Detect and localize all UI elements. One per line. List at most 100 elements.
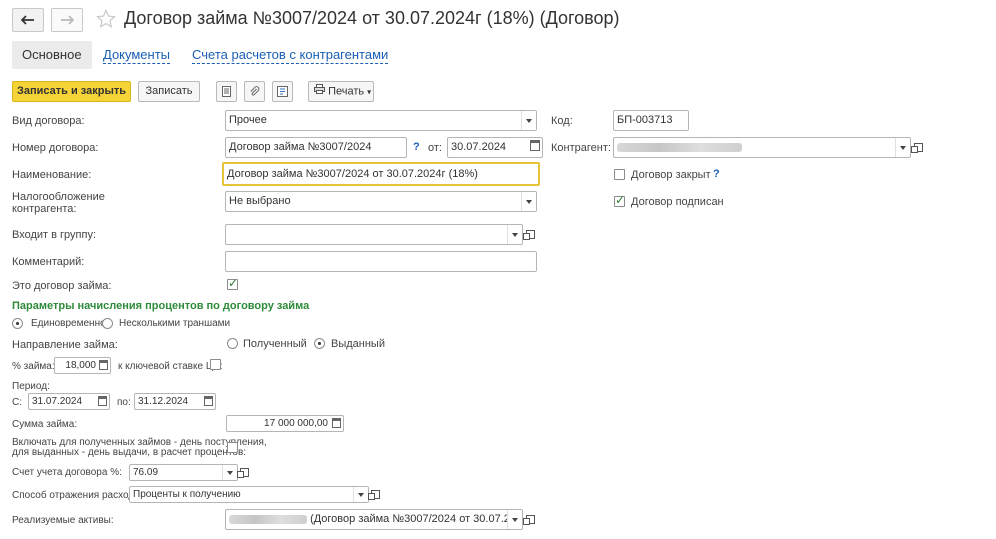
open-counterparty-icon[interactable] xyxy=(910,140,925,154)
open-assets-icon[interactable] xyxy=(522,512,537,526)
number-label: Номер договора: xyxy=(12,142,99,154)
from-label: С: xyxy=(12,397,22,408)
received-radio[interactable] xyxy=(227,338,238,349)
sum-label: Сумма займа: xyxy=(12,419,78,430)
issued-label: Выданный xyxy=(331,338,385,350)
is-loan-label: Это договор займа: xyxy=(12,280,112,292)
calendar-icon[interactable] xyxy=(530,140,540,151)
dropdown-arrow-icon[interactable] xyxy=(507,225,522,244)
open-expense-icon[interactable] xyxy=(367,487,382,501)
percent-label: % займа: xyxy=(12,361,55,372)
name-label: Наименование: xyxy=(12,169,92,181)
printer-icon xyxy=(314,82,325,101)
period-from-input[interactable]: 31.07.2024 xyxy=(28,393,110,410)
once-radio[interactable] xyxy=(12,318,23,329)
open-group-icon[interactable] xyxy=(522,227,537,241)
code-label: Код: xyxy=(551,115,573,127)
name-input[interactable]: Договор займа №3007/2024 от 30.07.2024г … xyxy=(222,162,540,186)
expense-label: Способ отражения расходов: xyxy=(12,490,148,501)
redacted-counterparty xyxy=(617,142,742,152)
contract-type-select[interactable]: Прочее xyxy=(225,110,537,131)
date-from-label: от: xyxy=(428,142,442,154)
save-and-close-button[interactable]: Записать и закрыть xyxy=(12,81,131,102)
period-from-value: 31.07.2024 xyxy=(32,396,83,407)
arrow-left-icon xyxy=(21,15,34,25)
page-title: Договор займа №3007/2024 от 30.07.2024г … xyxy=(124,8,620,28)
save-button[interactable]: Записать xyxy=(138,81,200,102)
number-help-icon[interactable]: ? xyxy=(413,141,420,153)
contract-signed-label: Договор подписан xyxy=(631,196,724,208)
taxation-label: Налогообложение контрагента: xyxy=(12,191,105,215)
dropdown-arrow-icon[interactable] xyxy=(353,487,368,502)
assets-select[interactable]: (Договор займа №3007/2024 от 30.07.2 xyxy=(225,509,523,530)
structure-button[interactable] xyxy=(272,81,293,102)
key-rate-label: к ключевой ставке ЦБ: xyxy=(118,361,223,372)
group-label: Входит в группу: xyxy=(12,229,96,241)
calculator-icon[interactable] xyxy=(332,418,341,428)
structure-icon xyxy=(277,86,288,97)
dropdown-arrow-icon[interactable] xyxy=(521,192,536,211)
calendar-icon[interactable] xyxy=(204,396,213,406)
account-select[interactable]: 76.09 xyxy=(129,464,238,481)
tab-documents[interactable]: Документы xyxy=(103,47,171,64)
list-icon xyxy=(222,86,231,97)
dropdown-arrow-icon[interactable] xyxy=(521,111,536,130)
tranches-radio[interactable] xyxy=(102,318,113,329)
account-label: Счет учета договора %: xyxy=(12,467,122,478)
dropdown-arrow-icon[interactable] xyxy=(507,510,522,529)
open-account-icon[interactable] xyxy=(236,465,251,479)
contract-signed-checkbox[interactable] xyxy=(614,193,625,207)
contract-type-value: Прочее xyxy=(229,114,267,126)
counterparty-label: Контрагент: xyxy=(551,142,611,154)
direction-label: Направление займа: xyxy=(12,339,118,351)
assets-value: (Договор займа №3007/2024 от 30.07.2 xyxy=(310,513,510,525)
forward-button[interactable] xyxy=(51,8,83,32)
contract-type-label: Вид договора: xyxy=(12,115,85,127)
tab-main[interactable]: Основное xyxy=(12,41,92,69)
dropdown-arrow-icon[interactable] xyxy=(895,138,910,157)
contract-closed-label: Договор закрыт xyxy=(631,169,711,181)
include-label-line2: для выданных - день выдачи, в расчет про… xyxy=(12,447,247,458)
account-value: 76.09 xyxy=(133,467,159,478)
expense-value: Проценты к получению xyxy=(133,489,241,500)
period-to-input[interactable]: 31.12.2024 xyxy=(134,393,216,410)
print-label: Печать xyxy=(328,85,365,98)
comment-label: Комментарий: xyxy=(12,256,85,268)
percent-input[interactable]: 18,000 xyxy=(54,357,111,374)
tab-settlement-accounts[interactable]: Счета расчетов с контрагентами xyxy=(192,47,389,64)
arrow-right-icon xyxy=(61,15,74,25)
attach-button[interactable] xyxy=(244,81,265,102)
key-rate-checkbox[interactable] xyxy=(210,359,221,370)
contract-closed-checkbox[interactable] xyxy=(614,169,625,180)
paperclip-icon xyxy=(250,86,260,96)
calendar-icon[interactable] xyxy=(98,396,107,406)
expense-select[interactable]: Проценты к получению xyxy=(129,486,369,503)
sum-input[interactable]: 17 000 000,00 xyxy=(226,415,344,432)
counterparty-select[interactable] xyxy=(613,137,911,158)
percent-value: 18,000 xyxy=(65,360,96,371)
once-label: Единовременно xyxy=(31,318,106,329)
calculator-icon[interactable] xyxy=(99,360,108,370)
loan-section-title: Параметры начисления процентов по догово… xyxy=(12,300,310,312)
favorite-star-icon[interactable] xyxy=(96,9,116,32)
number-input[interactable]: Договор займа №3007/2024 xyxy=(225,137,407,158)
print-button[interactable]: Печать ▾ xyxy=(308,81,374,102)
group-select[interactable] xyxy=(225,224,523,245)
comment-input[interactable] xyxy=(225,251,537,272)
code-input[interactable]: БП-003713 xyxy=(613,110,689,131)
period-label: Период: xyxy=(12,381,50,392)
date-input[interactable]: 30.07.2024 xyxy=(447,137,543,158)
date-value: 30.07.2024 xyxy=(451,141,507,153)
include-checkbox[interactable] xyxy=(227,442,238,453)
back-button[interactable] xyxy=(12,8,44,32)
dropdown-arrow-icon[interactable] xyxy=(222,465,237,480)
tranches-label: Несколькими траншами xyxy=(119,318,231,329)
document-list-button[interactable] xyxy=(216,81,237,102)
to-label: по: xyxy=(117,397,131,408)
taxation-value: Не выбрано xyxy=(229,195,291,207)
closed-help-icon[interactable]: ? xyxy=(713,168,720,180)
is-loan-checkbox[interactable] xyxy=(227,276,238,290)
assets-label: Реализуемые активы: xyxy=(12,515,114,526)
taxation-select[interactable]: Не выбрано xyxy=(225,191,537,212)
issued-radio[interactable] xyxy=(314,338,325,349)
